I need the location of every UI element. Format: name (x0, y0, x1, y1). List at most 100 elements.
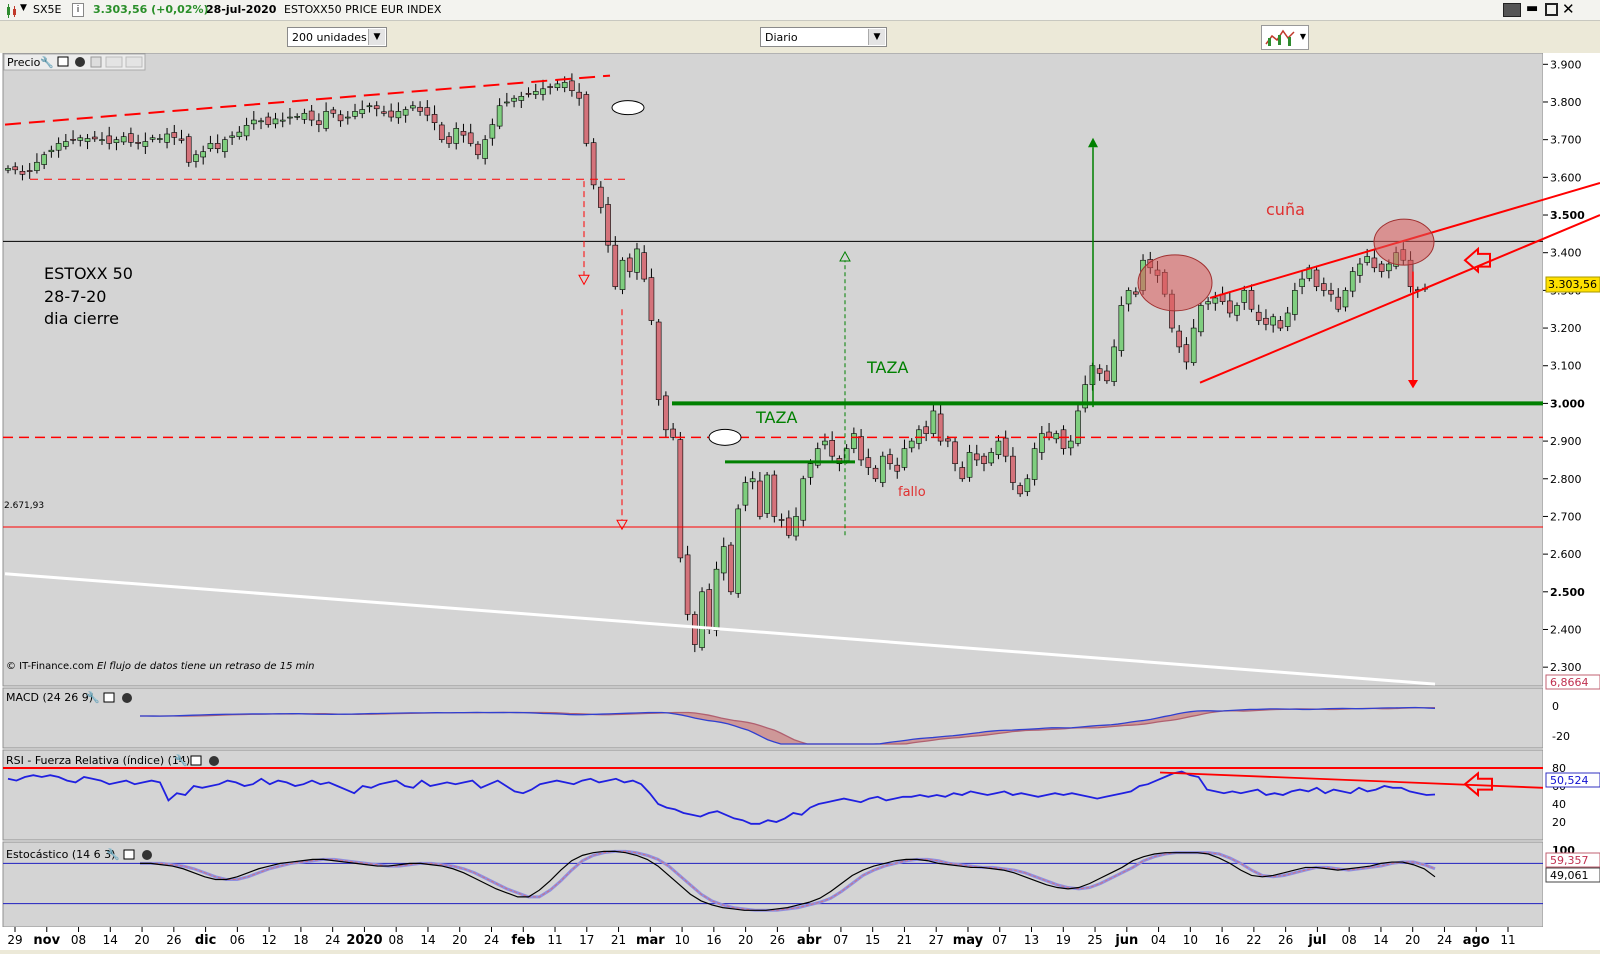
period-select[interactable]: Diario ▼ (760, 27, 887, 47)
close-icon[interactable] (75, 57, 85, 67)
x-tick-label: 07 (992, 933, 1007, 947)
candle-body (1010, 455, 1016, 483)
window-icon[interactable] (190, 755, 202, 766)
paste-icon[interactable] (125, 56, 143, 68)
close-icon[interactable] (142, 850, 152, 860)
candle-body (1133, 291, 1139, 295)
candle-body (308, 110, 315, 121)
candle-body (1335, 296, 1342, 310)
candle-body (91, 136, 98, 140)
close-icon[interactable]: ✕ (1562, 0, 1575, 18)
window-icon[interactable] (57, 56, 69, 67)
candle-body (901, 448, 908, 468)
x-tick-label: 21 (611, 933, 626, 947)
x-tick-label: 24 (484, 933, 499, 947)
candle-body (214, 143, 221, 150)
candle-body (1292, 290, 1298, 315)
chevron-down-icon[interactable]: ▼ (868, 29, 885, 45)
add-icon[interactable] (90, 56, 102, 68)
close-icon[interactable] (122, 693, 132, 703)
candle-body (865, 457, 872, 468)
dropdown-arrow-icon[interactable]: ▼ (20, 3, 27, 13)
candle-body (402, 109, 409, 116)
candle-body (605, 204, 611, 246)
rsi-panel-bg (2, 749, 1544, 841)
copy-icon[interactable] (105, 56, 123, 68)
candle-body (1212, 297, 1219, 304)
x-tick-label: 14 (1373, 933, 1388, 947)
candle-body (243, 125, 250, 137)
candle-body (1313, 269, 1320, 287)
candle-body (99, 139, 105, 141)
y-tick-label: 3.200 (1550, 322, 1582, 335)
candle-body (583, 94, 590, 144)
candle-body (149, 137, 156, 140)
candle-body (113, 139, 120, 143)
candle-body (178, 138, 185, 141)
candle-body (764, 474, 770, 514)
toolbar: 200 unidades ▼ Diario ▼ ▼ (0, 21, 1600, 53)
stoch-panel-title: Estocástico (14 6 3) (6, 848, 115, 861)
candle-body (128, 133, 134, 143)
candle-body (641, 252, 648, 280)
candle-body (793, 516, 799, 537)
chart-style-icon (1265, 29, 1295, 46)
candle-body (554, 83, 561, 88)
candle-body (1046, 431, 1052, 438)
stoch-panel-bg (2, 841, 1544, 928)
wrench-icon[interactable]: 🔧 (106, 847, 120, 861)
close-icon[interactable] (209, 756, 219, 766)
instrument-name: ESTOXX50 PRICE EUR INDEX (284, 3, 442, 16)
restore-icon[interactable] (1545, 3, 1558, 16)
candle-body (193, 154, 199, 162)
candle-body (1039, 433, 1045, 453)
symbol-label[interactable]: SX5E (33, 3, 61, 16)
price-panel-title: Precio (7, 56, 41, 69)
candle-body (431, 114, 438, 124)
candle-body (728, 544, 734, 593)
rsi-y-tick-label: 20 (1552, 816, 1566, 829)
y-tick-label: 3.000 (1550, 397, 1585, 410)
wrench-icon[interactable]: 🔧 (86, 690, 100, 704)
window-icon[interactable] (103, 692, 115, 703)
candle-body (677, 439, 684, 559)
wrench-icon[interactable]: 🔧 (40, 55, 54, 69)
candle-body (1263, 317, 1269, 325)
candle-body (1024, 478, 1031, 492)
candle-body (1328, 290, 1334, 295)
y-tick-label: 2.600 (1550, 548, 1582, 561)
y-tick-label: 2.500 (1550, 586, 1585, 599)
candle-body (908, 440, 915, 449)
candle-body (19, 171, 26, 175)
chart-style-button[interactable]: ▼ (1261, 25, 1309, 50)
copyright-text: © IT-Finance.com (6, 661, 94, 672)
candle-body (388, 110, 394, 118)
candle-body (973, 453, 980, 461)
wrench-icon[interactable]: 🔧 (174, 753, 188, 767)
candle-body (12, 166, 19, 171)
keyboard-icon[interactable] (1503, 3, 1521, 17)
x-tick-label: 16 (1214, 933, 1229, 947)
units-select[interactable]: 200 unidades ▼ (287, 27, 387, 47)
info-icon[interactable]: i (72, 3, 84, 17)
label-dia-cierre: dia cierre (44, 309, 119, 328)
label-taza-upper: TAZA (866, 358, 908, 377)
rsi-panel-header: RSI - Fuerza Relativa (índice) (14) 🔧 (6, 753, 219, 767)
minimize-icon[interactable]: ▬ (1526, 1, 1538, 16)
circle-highlight-jul (1373, 218, 1435, 266)
candle-body (366, 105, 373, 108)
candle-body (417, 106, 423, 112)
candle-body (323, 111, 329, 129)
y-tick-label: 3.900 (1550, 58, 1582, 71)
candle-body (359, 109, 366, 114)
window-icon[interactable] (123, 849, 135, 860)
candle-body (55, 143, 62, 151)
y-tick-label: 3.500 (1550, 209, 1585, 222)
candle-body (684, 554, 691, 615)
candle-body (373, 105, 380, 110)
candle-body (1183, 344, 1190, 363)
x-tick-label: 11 (547, 933, 562, 947)
candle-body (157, 138, 163, 140)
chevron-down-icon[interactable]: ▼ (368, 29, 385, 45)
label-fallo: fallo (898, 485, 926, 500)
